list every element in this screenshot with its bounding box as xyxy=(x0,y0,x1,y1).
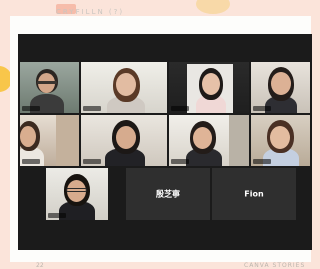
participant-name-tag xyxy=(83,106,101,111)
participant-name-tag xyxy=(22,106,40,111)
participant-tile[interactable] xyxy=(81,115,167,166)
participant-name: Fion xyxy=(244,189,264,199)
decor-blob-top xyxy=(196,0,230,14)
participant-tile-name-only[interactable]: 殷芝寧 xyxy=(126,168,210,220)
participant-tile[interactable] xyxy=(169,62,249,113)
participant-name-tag xyxy=(171,159,189,164)
participant-tile[interactable] xyxy=(169,115,249,166)
participant-tile[interactable] xyxy=(46,168,108,220)
participant-name-tag xyxy=(83,159,101,164)
participant-tile[interactable] xyxy=(20,62,79,113)
participant-tile[interactable] xyxy=(251,62,310,113)
participant-tile-name-only[interactable]: Fion xyxy=(212,168,296,220)
participant-name: 殷芝寧 xyxy=(156,189,180,199)
participant-tile-active-speaker[interactable] xyxy=(81,62,167,113)
participant-name-tag xyxy=(48,213,66,218)
participant-tile[interactable] xyxy=(20,115,79,166)
participant-name-tag xyxy=(253,106,271,111)
participant-tile[interactable] xyxy=(251,115,310,166)
video-call-grid: 殷芝寧 Fion xyxy=(18,34,312,250)
header-label: CRYFILLN (?) xyxy=(56,8,125,16)
participant-name-tag xyxy=(253,159,271,164)
participant-name-tag xyxy=(22,159,40,164)
participant-name-tag xyxy=(171,106,189,111)
